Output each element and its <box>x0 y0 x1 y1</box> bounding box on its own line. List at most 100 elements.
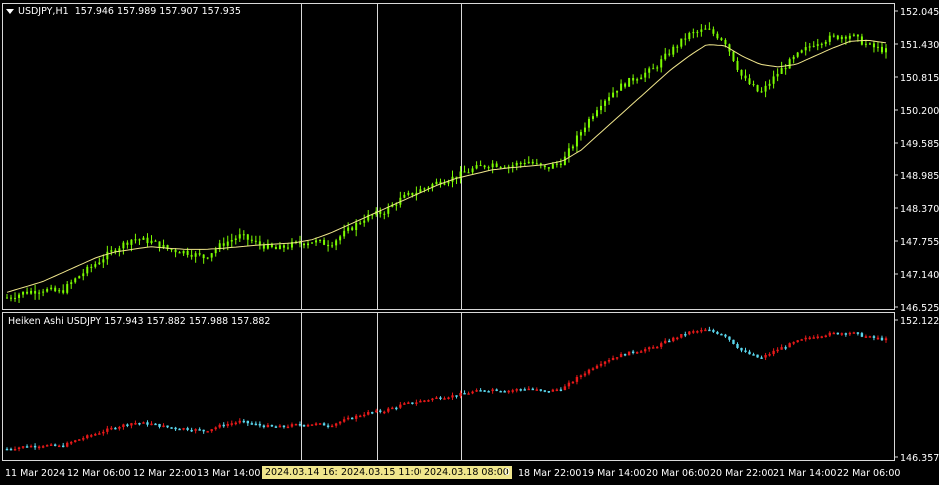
ha-body <box>483 390 486 392</box>
ha-body <box>326 425 330 427</box>
time-label-partial: 0 <box>504 467 511 478</box>
ha-body <box>278 425 282 428</box>
ha-body <box>306 424 310 427</box>
ha-body <box>479 390 482 392</box>
ha-body <box>451 395 454 398</box>
candle-body <box>214 249 217 254</box>
ha-body <box>94 434 97 436</box>
candle-body <box>479 165 482 167</box>
ha-body <box>539 389 543 391</box>
candle-body <box>483 165 486 168</box>
symbol-label: USDJPY,H1 <box>18 6 69 17</box>
candle-body <box>583 127 586 133</box>
candle-body <box>395 204 398 206</box>
ha-body <box>106 428 109 432</box>
ha-body <box>37 446 41 449</box>
time-label: 20 Mar 06:00 <box>646 468 709 479</box>
candle-body <box>278 245 281 250</box>
candle-body <box>736 60 739 70</box>
ha-body <box>467 393 470 395</box>
ha-body <box>864 336 868 338</box>
candle-body <box>435 181 438 185</box>
candle-body <box>704 28 707 30</box>
ha-body <box>635 352 639 354</box>
ha-body <box>407 402 410 404</box>
candle-body <box>110 250 113 252</box>
ha-body <box>595 365 599 369</box>
ha-body <box>57 445 61 448</box>
candle-body <box>30 290 33 294</box>
candle-body <box>700 29 703 32</box>
ha-body <box>748 351 751 355</box>
candle-body <box>752 84 755 86</box>
ha-body <box>150 423 153 426</box>
candle-body <box>856 34 859 37</box>
ha-body <box>603 361 607 364</box>
candle-body <box>42 291 45 293</box>
ha-body <box>756 354 759 358</box>
candle-body <box>102 259 105 263</box>
ha-body <box>61 445 65 448</box>
ha-body <box>816 336 819 339</box>
ha-body <box>760 357 763 359</box>
ha-body <box>884 338 888 341</box>
main-panel-header[interactable]: USDJPY,H1 157.946 157.989 157.907 157.93… <box>4 6 241 17</box>
triangle-down-icon[interactable] <box>6 8 14 14</box>
candle-body <box>620 83 623 91</box>
ha-body <box>431 398 434 401</box>
candle-body <box>724 40 727 45</box>
ha-body <box>832 332 836 335</box>
ha-body <box>286 426 290 429</box>
candle-body <box>523 163 526 165</box>
ha-body <box>531 388 534 391</box>
ha-body <box>724 334 727 337</box>
candle-body <box>58 290 61 292</box>
ha-body <box>45 445 49 447</box>
ha-body <box>772 350 775 355</box>
candle-body <box>475 165 478 169</box>
ha-body <box>704 329 707 332</box>
ha-body <box>350 417 354 420</box>
ha-body <box>302 424 306 427</box>
candle-body <box>676 46 679 48</box>
candle-body <box>254 240 257 242</box>
ha-body <box>547 391 551 393</box>
candle-body <box>174 249 177 253</box>
candle-body <box>94 264 97 267</box>
candle-body <box>463 171 466 173</box>
candle-body <box>567 148 570 157</box>
ohlc-readout: 157.946 157.989 157.907 157.935 <box>74 6 241 17</box>
candle-body <box>652 68 655 70</box>
candle-body <box>780 68 783 74</box>
candle-body <box>126 242 129 245</box>
ha-body <box>86 435 89 439</box>
candle-body <box>234 238 237 240</box>
time-label: 19 Mar 14:00 <box>582 468 645 479</box>
candle-body <box>194 253 197 257</box>
ha-body <box>660 343 663 347</box>
candle-body <box>696 31 699 33</box>
ha-body <box>672 337 675 342</box>
moving-average-line <box>6 39 887 293</box>
candle-body <box>764 85 767 92</box>
candle-body <box>26 291 29 294</box>
ha-body <box>571 381 575 384</box>
candle-body <box>6 297 8 299</box>
candle-body <box>307 243 310 246</box>
ha-body <box>102 431 105 434</box>
ha-body <box>607 360 611 362</box>
candle-body <box>98 262 101 265</box>
chart-canvas[interactable]: 152.045 151.430 150.815 150.200 149.585 148.9… <box>0 0 939 485</box>
ha-body <box>551 389 555 392</box>
candle-body <box>624 83 627 87</box>
ha-body <box>298 424 302 426</box>
candle-body <box>38 292 41 294</box>
candle-body <box>487 167 490 169</box>
candle-body <box>363 220 366 223</box>
candle-body <box>744 75 747 79</box>
candle-body <box>515 162 518 166</box>
ha-body <box>563 386 567 391</box>
candle-body <box>315 240 318 243</box>
ha-body <box>258 423 262 426</box>
ha-body <box>788 343 791 348</box>
